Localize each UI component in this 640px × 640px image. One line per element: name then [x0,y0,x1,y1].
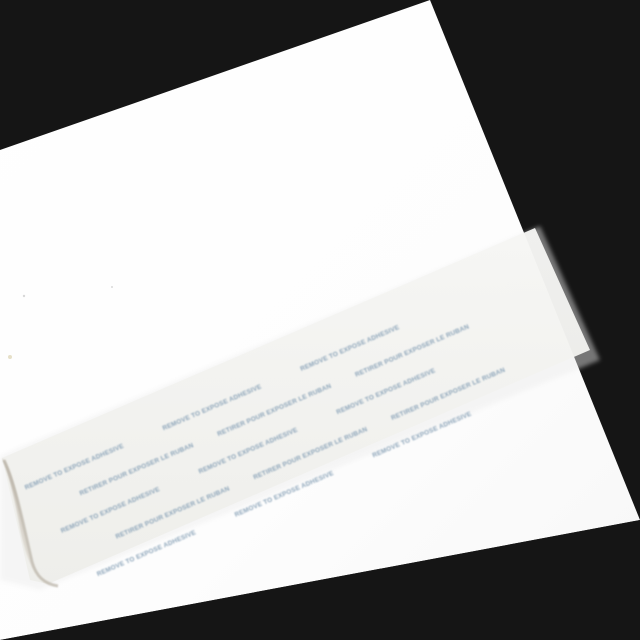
paper-speck [22,294,26,298]
paper-speck [111,286,113,288]
paper-speck [8,355,12,359]
photo-svg: REMOVE TO EXPOSE ADHESIVEREMOVE TO EXPOS… [0,0,640,640]
photo-scene: REMOVE TO EXPOSE ADHESIVE REMOVE TO EXPOS… [0,0,640,640]
